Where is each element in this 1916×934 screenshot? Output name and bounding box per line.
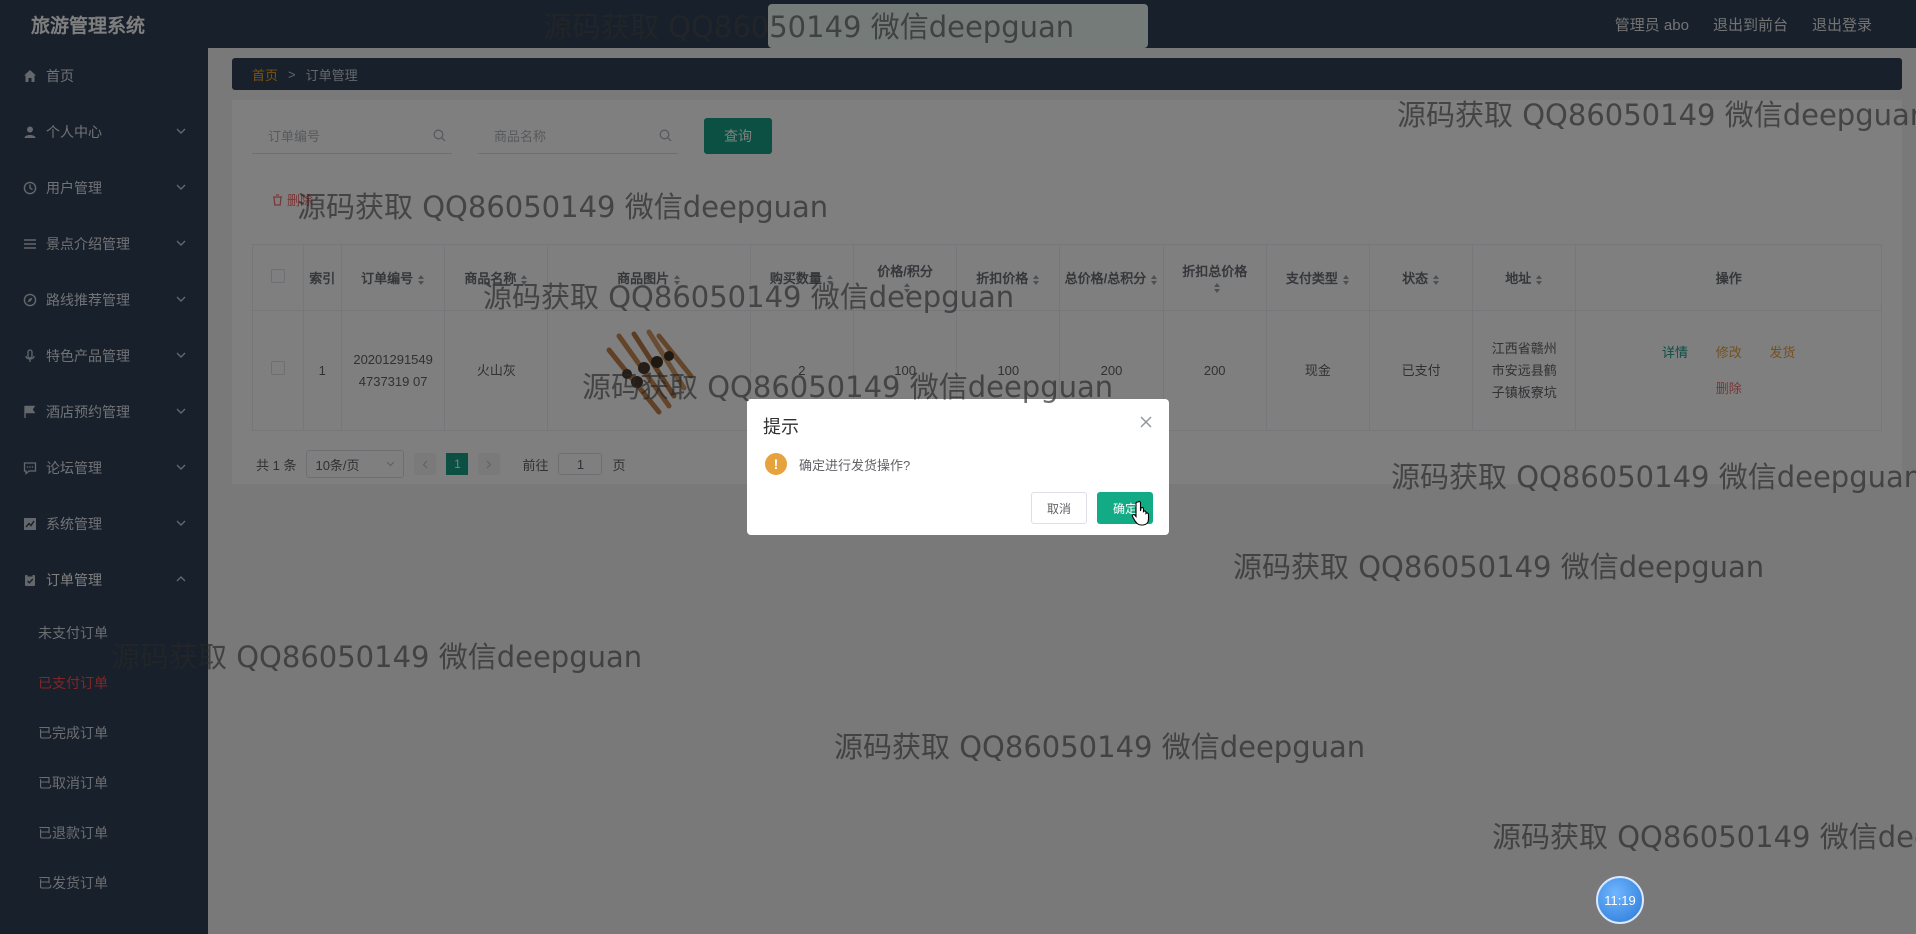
dialog-message-text: 确定进行发货操作?: [799, 457, 911, 473]
confirm-dialog: 提示 ! 确定进行发货操作? 取消 确定: [747, 399, 1169, 535]
hand-cursor-icon: [1131, 500, 1150, 526]
cancel-button[interactable]: 取消: [1031, 492, 1087, 524]
warning-icon: !: [765, 453, 787, 475]
dialog-message: ! 确定进行发货操作?: [765, 453, 910, 475]
close-icon[interactable]: [1139, 415, 1153, 429]
dialog-title: 提示: [763, 417, 799, 437]
clock-badge: 11:19: [1596, 876, 1644, 924]
